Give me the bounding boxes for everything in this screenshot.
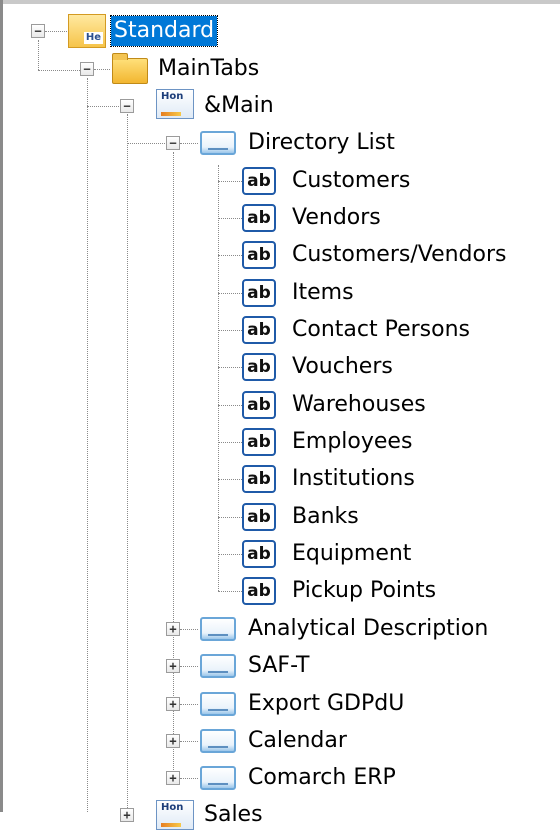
tree-node-label: Warehouses — [292, 392, 426, 417]
tree-connector — [45, 31, 67, 32]
tree-connector — [180, 741, 198, 742]
tree-connector — [218, 330, 242, 331]
list-item[interactable]: ab Contact Persons — [0, 313, 560, 347]
tree-node-group[interactable]: + Export GDPdU — [0, 687, 560, 721]
tree-connector — [180, 143, 198, 144]
text-field-icon: ab — [242, 241, 276, 269]
tree-node-label: Contact Persons — [292, 317, 470, 342]
list-item[interactable]: ab Warehouses — [0, 388, 560, 422]
tree-node-main[interactable]: − Hon &Main — [0, 89, 300, 123]
tree-node-group[interactable]: + Comarch ERP — [0, 761, 560, 795]
tree-node-standard[interactable]: − He Standard — [0, 14, 260, 48]
tree-node-directory-list[interactable]: − Directory List — [0, 126, 420, 160]
collapse-toggle[interactable]: − — [31, 24, 45, 38]
tree-node-sales[interactable]: + Hon Sales — [0, 798, 320, 832]
tree-connector — [218, 591, 242, 592]
list-item[interactable]: ab Customers/Vendors — [0, 238, 560, 272]
tree-node-label: Comarch ERP — [248, 765, 396, 790]
expand-toggle[interactable]: + — [166, 734, 180, 748]
tab-page-icon — [200, 131, 236, 155]
list-item[interactable]: ab Employees — [0, 425, 560, 459]
folder-icon — [112, 53, 148, 84]
expand-toggle[interactable]: + — [166, 622, 180, 636]
list-item[interactable]: ab Institutions — [0, 462, 560, 496]
tree-node-label: Institutions — [292, 466, 415, 491]
tree-connector — [180, 666, 198, 667]
text-field-icon: ab — [242, 204, 276, 232]
tree-node-label: &Main — [204, 93, 274, 118]
tree-connector — [218, 479, 242, 480]
list-item[interactable]: ab Pickup Points — [0, 574, 560, 608]
tree-connector — [218, 293, 242, 294]
expand-toggle[interactable]: + — [166, 697, 180, 711]
tree-node-label: Employees — [292, 429, 413, 454]
tree-node-maintabs[interactable]: − MainTabs — [0, 52, 300, 86]
tree-node-label: MainTabs — [158, 56, 260, 81]
tab-page-icon — [200, 729, 236, 753]
tree-node-label: Pickup Points — [292, 578, 437, 603]
tree-connector — [180, 629, 198, 630]
standard-form-icon: He — [68, 14, 106, 48]
tree-connector — [218, 218, 242, 219]
tree-node-label: Calendar — [248, 728, 347, 753]
collapse-toggle[interactable]: − — [80, 62, 94, 76]
tree-node-group[interactable]: + Analytical Description — [0, 612, 560, 646]
tree-connector — [218, 255, 242, 256]
home-tab-icon: Hon — [156, 89, 194, 119]
tree-node-label: Customers/Vendors — [292, 242, 507, 267]
tree-connector — [218, 442, 242, 443]
list-item[interactable]: ab Vouchers — [0, 350, 560, 384]
home-tab-icon: Hon — [156, 800, 194, 830]
expand-toggle[interactable]: + — [120, 808, 134, 822]
tree-node-label: Customers — [292, 168, 411, 193]
text-field-icon: ab — [242, 428, 276, 456]
collapse-toggle[interactable]: − — [120, 99, 134, 113]
tree-node-label: Sales — [204, 802, 263, 827]
list-item[interactable]: ab Banks — [0, 500, 560, 534]
tree-node-label: Vendors — [292, 205, 381, 230]
collapse-toggle[interactable]: − — [166, 136, 180, 150]
tree-node-label[interactable]: Standard — [109, 15, 219, 47]
tree-connector — [218, 554, 242, 555]
tree-node-group[interactable]: + SAF-T — [0, 649, 560, 683]
tab-page-icon — [200, 617, 236, 641]
tree-frame-top — [0, 0, 560, 4]
text-field-icon: ab — [242, 540, 276, 568]
tree-connector — [180, 778, 198, 779]
expand-toggle[interactable]: + — [166, 771, 180, 785]
tree-node-label: Directory List — [248, 130, 395, 155]
tree-node-label: Vouchers — [292, 354, 393, 379]
text-field-icon: ab — [242, 316, 276, 344]
tree-connector — [218, 367, 242, 368]
tree-connector — [180, 704, 198, 705]
tree-node-label: Analytical Description — [248, 616, 489, 641]
list-item[interactable]: ab Vendors — [0, 201, 560, 235]
list-item[interactable]: ab Customers — [0, 164, 560, 198]
expand-toggle[interactable]: + — [166, 659, 180, 673]
text-field-icon: ab — [242, 465, 276, 493]
tree-node-label: Export GDPdU — [248, 691, 405, 716]
tab-page-icon — [200, 692, 236, 716]
tree-connector — [94, 69, 110, 70]
tree-node-label: Items — [292, 280, 354, 305]
text-field-icon: ab — [242, 353, 276, 381]
tree-connector — [218, 405, 242, 406]
home-icon-badge: Hon — [161, 91, 184, 102]
text-field-icon: ab — [242, 577, 276, 605]
standard-icon-badge: He — [83, 32, 103, 44]
text-field-icon: ab — [242, 279, 276, 307]
tab-page-icon — [200, 654, 236, 678]
tree-node-group[interactable]: + Calendar — [0, 724, 560, 758]
text-field-icon: ab — [242, 503, 276, 531]
tree-node-label: Banks — [292, 504, 359, 529]
tree-connector — [218, 517, 242, 518]
tab-page-icon — [200, 766, 236, 790]
tree-node-label: Equipment — [292, 541, 412, 566]
list-item[interactable]: ab Items — [0, 276, 560, 310]
tree-connector — [218, 181, 242, 182]
tree-node-label: SAF-T — [248, 653, 310, 678]
text-field-icon: ab — [242, 167, 276, 195]
list-item[interactable]: ab Equipment — [0, 537, 560, 571]
text-field-icon: ab — [242, 391, 276, 419]
